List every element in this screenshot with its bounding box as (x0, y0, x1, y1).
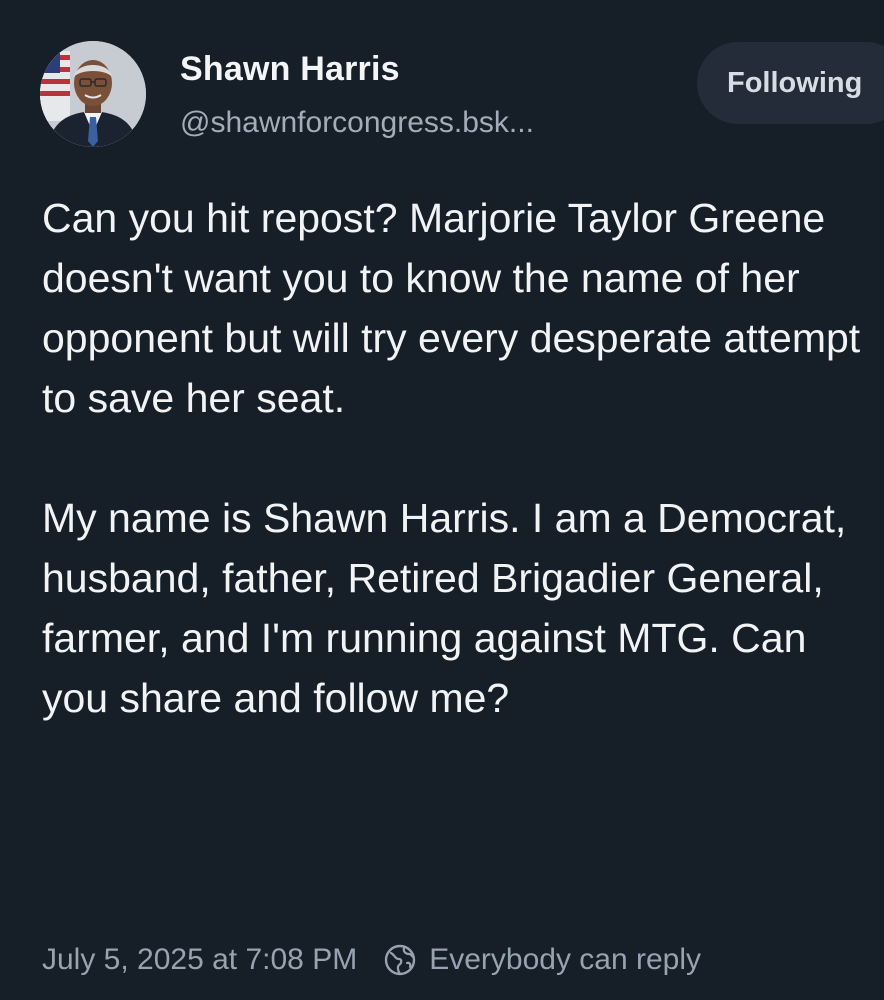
post-timestamp[interactable]: July 5, 2025 at 7:08 PM (42, 943, 357, 977)
reply-setting-label: Everybody can reply (429, 943, 702, 976)
following-button-label: Following (727, 66, 863, 99)
post-meta: July 5, 2025 at 7:08 PM Everybody can re… (42, 938, 701, 982)
post-text: Can you hit repost? Marjorie Taylor Gree… (42, 188, 876, 728)
reply-setting[interactable]: Everybody can reply (383, 943, 701, 977)
author-handle[interactable]: @shawnforcongress.bsk... (180, 106, 534, 140)
following-button[interactable]: Following (697, 42, 884, 124)
avatar-photo-icon (40, 41, 146, 147)
post-paragraph: My name is Shawn Harris. I am a Democrat… (42, 495, 847, 721)
post-paragraph: Can you hit repost? Marjorie Taylor Gree… (42, 195, 861, 421)
post-card: Shawn Harris @shawnforcongress.bsk... Fo… (0, 0, 884, 1000)
globe-icon (383, 943, 417, 977)
author-avatar[interactable] (40, 41, 146, 147)
author-display-name[interactable]: Shawn Harris (180, 50, 400, 89)
